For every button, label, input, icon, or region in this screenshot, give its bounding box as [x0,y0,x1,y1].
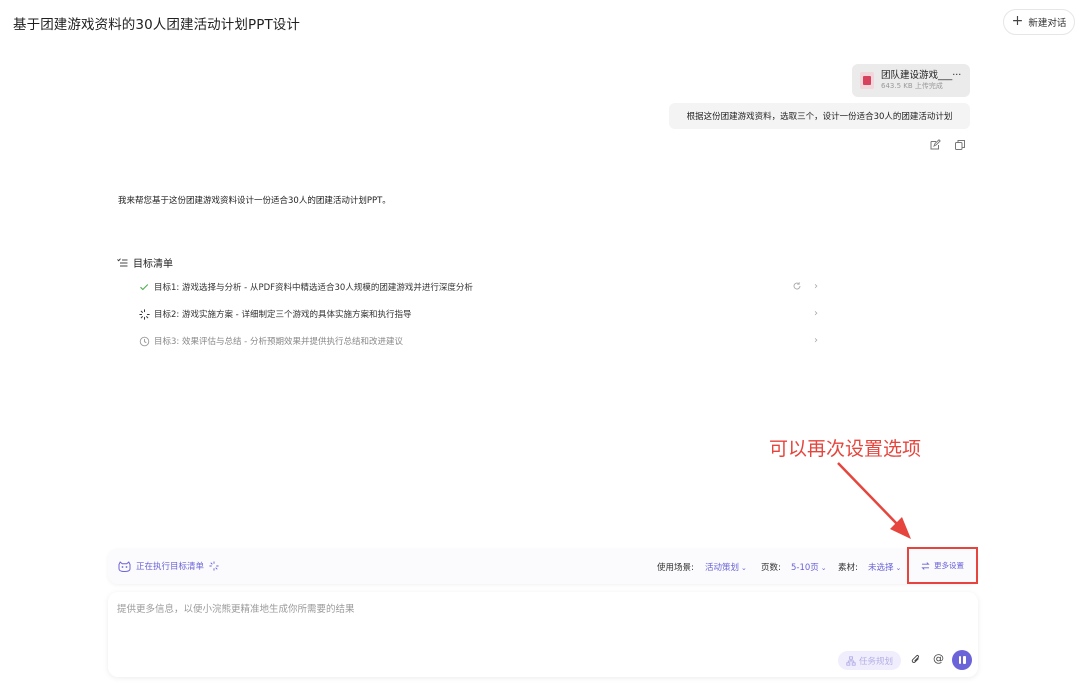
raccoon-icon [118,560,131,572]
scene-value: 活动策划 [705,563,740,573]
options-bar: 正在执行目标清单 使用场景: 活动策划 ⌄ 页数: 5-10页 ⌄ 素材: 未选择 ⌄ [108,549,978,584]
attachment-name: 团队建设游戏___··· [881,70,962,81]
pause-bar-left [958,656,961,664]
more-settings-label: 更多设置 [934,561,964,570]
pause-bar-right [963,656,966,664]
chevron-right-icon[interactable]: › [814,335,818,346]
exec-status: 正在执行目标清单 [118,560,219,572]
goal-label: 目标2: 游戏实施方案 - 详细制定三个游戏的具体实施方案和执行指导 [154,310,412,320]
loading-spinner-icon [138,308,150,320]
plus-icon: + [1011,13,1024,29]
hierarchy-icon [846,655,856,666]
chat-input[interactable] [117,601,957,641]
pdf-file-icon [860,72,874,89]
mention-icon[interactable]: @ [933,652,944,665]
check-icon [138,281,150,293]
edit-icon[interactable] [929,139,941,151]
copy-icon[interactable] [954,139,966,151]
assistant-message: 我来帮您基于这份团建游戏资料设计一份适合30人的团建活动计划PPT。 [118,196,391,206]
attachment-meta: 643.5 KB 上传完成 [881,82,943,90]
page-title: 基于团建游戏资料的30人团建活动计划PPT设计 [13,17,301,33]
scene-select[interactable]: 活动策划 ⌄ [705,561,747,573]
user-message: 根据这份团建游戏资料，选取三个，设计一份适合30人的团建活动计划 [669,103,970,129]
exec-status-label: 正在执行目标清单 [136,562,205,572]
chevron-down-icon: ⌄ [820,564,827,572]
goals-title: 目标清单 [133,259,173,270]
list-icon [117,257,128,266]
attachment-card[interactable]: 团队建设游戏___··· 643.5 KB 上传完成 [852,64,970,97]
goal-label: 目标1: 游戏选择与分析 - 从PDF资料中精选适合30人规模的团建游戏并进行深… [154,283,473,293]
goal-item[interactable]: 目标1: 游戏选择与分析 - 从PDF资料中精选适合30人规模的团建游戏并进行深… [138,278,820,296]
material-value: 未选择 [868,563,894,573]
task-plan-button[interactable]: 任务规划 [838,651,901,670]
pages-label: 页数: [761,563,781,573]
annotation-text: 可以再次设置选项 [769,438,922,460]
goal-item[interactable]: 目标2: 游戏实施方案 - 详细制定三个游戏的具体实施方案和执行指导 › [138,305,820,323]
clock-icon [138,335,150,347]
goals-header: 目标清单 [117,255,173,270]
scene-label: 使用场景: [657,563,694,573]
chevron-down-icon: ⌄ [895,564,902,572]
chat-input-box: 任务规划 @ [108,592,978,677]
stop-button[interactable] [952,650,972,670]
goal-item[interactable]: 目标3: 效果评估与总结 - 分析预期效果并提供执行总结和改进建议 › [138,332,820,350]
new-chat-label: 新建对话 [1028,18,1067,29]
paperclip-icon[interactable] [911,654,921,668]
new-chat-button[interactable]: + 新建对话 [1003,9,1075,35]
chevron-right-icon[interactable]: › [814,281,818,292]
more-settings-button[interactable]: 更多设置 [907,547,978,584]
refresh-icon[interactable] [792,281,802,294]
pages-value: 5-10页 [791,563,819,573]
swap-icon [921,561,930,570]
material-label: 素材: [838,563,858,573]
material-select[interactable]: 未选择 ⌄ [868,561,901,573]
goal-label: 目标3: 效果评估与总结 - 分析预期效果并提供执行总结和改进建议 [154,337,403,347]
chevron-right-icon[interactable]: › [814,308,818,319]
chevron-down-icon: ⌄ [741,564,747,572]
pages-select[interactable]: 5-10页 ⌄ [791,561,827,573]
loading-spinner-icon [209,561,219,571]
task-plan-label: 任务规划 [858,656,893,667]
